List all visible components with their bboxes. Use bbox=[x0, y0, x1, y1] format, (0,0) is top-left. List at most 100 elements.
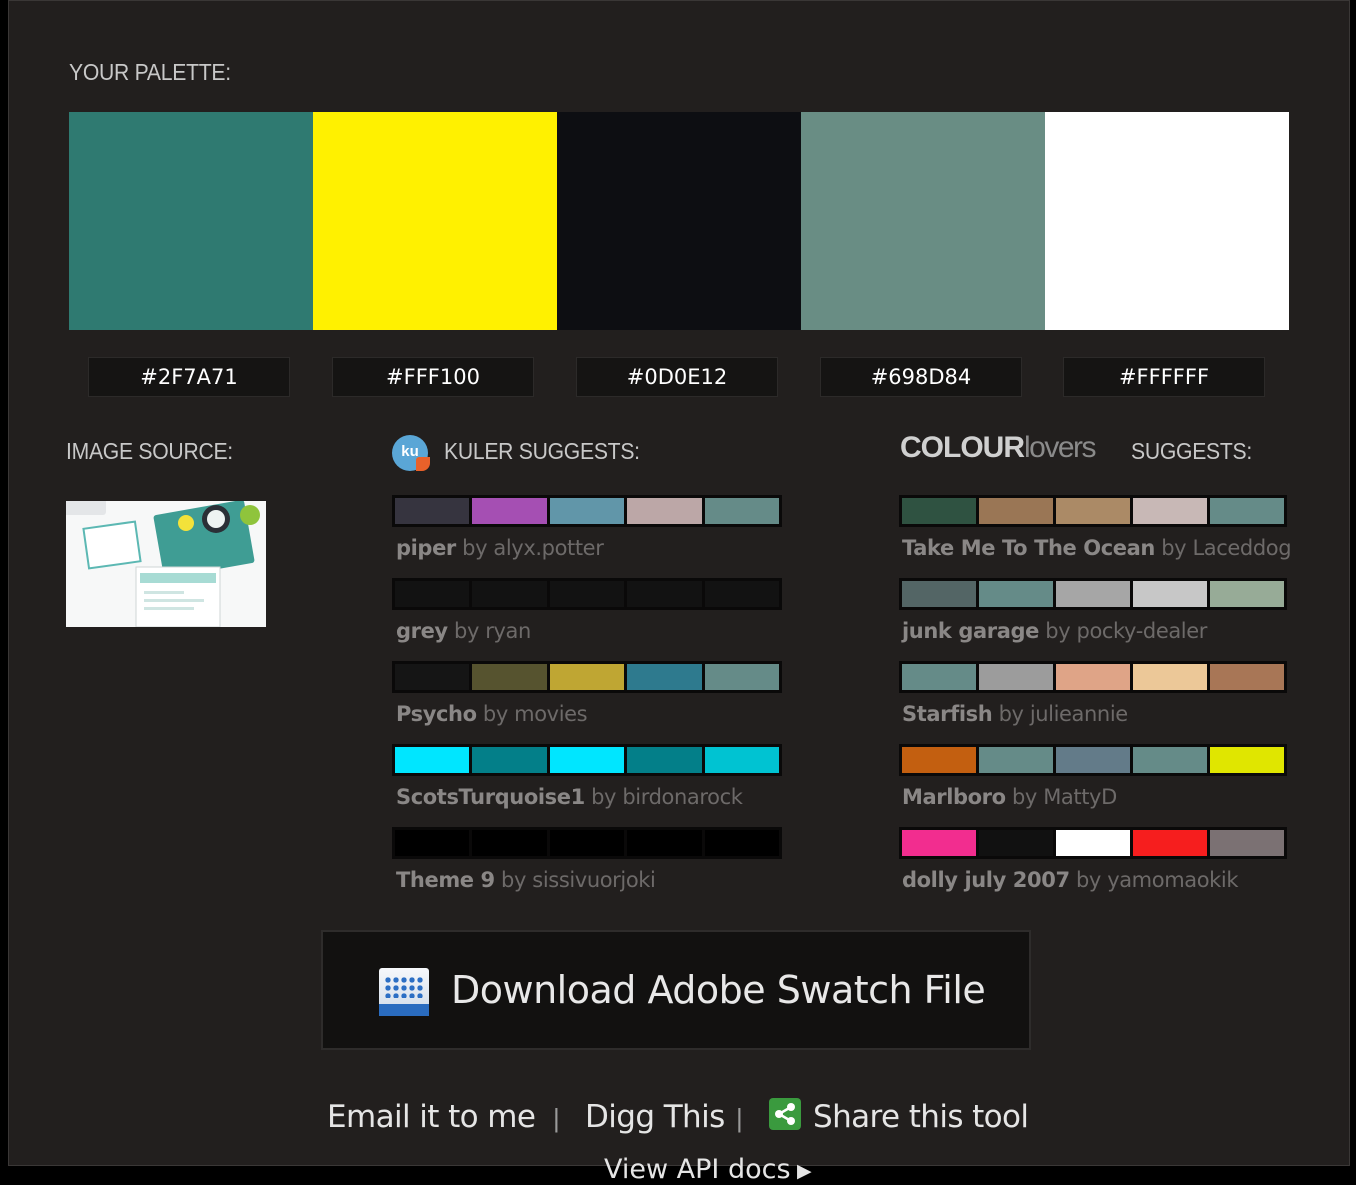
colourlovers-theme-caption[interactable]: Starfish by julieannie bbox=[902, 702, 1128, 726]
theme-by: by bbox=[1011, 785, 1037, 809]
palette-swatch[interactable] bbox=[557, 112, 801, 330]
kuler-title: KULER SUGGESTS: bbox=[444, 438, 640, 464]
theme-author[interactable]: movies bbox=[514, 702, 587, 726]
theme-by: by bbox=[1075, 868, 1101, 892]
colourlovers-theme-caption[interactable]: junk garage by pocky-dealer bbox=[902, 619, 1207, 643]
theme-author[interactable]: birdonarock bbox=[622, 785, 743, 809]
kuler-theme-bar[interactable] bbox=[392, 578, 782, 610]
swatch-file-icon bbox=[379, 968, 429, 1016]
theme-name[interactable]: Theme 9 bbox=[396, 868, 495, 892]
palette-swatch[interactable] bbox=[313, 112, 557, 330]
colourlovers-theme-caption[interactable]: Take Me To The Ocean by Laceddog bbox=[902, 536, 1292, 560]
theme-by: by bbox=[591, 785, 617, 809]
colourlovers-theme-bar[interactable] bbox=[899, 578, 1287, 610]
kuler-theme-caption[interactable]: ScotsTurquoise1 by birdonarock bbox=[396, 785, 743, 809]
theme-name[interactable]: piper bbox=[396, 536, 456, 560]
theme-color-segment bbox=[627, 747, 702, 773]
theme-author[interactable]: ryan bbox=[485, 619, 531, 643]
hex-code-field[interactable]: #698D84 bbox=[820, 357, 1022, 397]
kuler-theme-bar[interactable] bbox=[392, 827, 782, 859]
theme-author[interactable]: julieannie bbox=[1030, 702, 1128, 726]
theme-color-segment bbox=[627, 581, 702, 607]
theme-color-segment bbox=[902, 664, 976, 690]
theme-name[interactable]: Starfish bbox=[902, 702, 993, 726]
theme-color-segment bbox=[472, 581, 547, 607]
theme-color-segment bbox=[627, 664, 702, 690]
theme-color-segment bbox=[1056, 498, 1130, 524]
theme-by: by bbox=[454, 619, 479, 643]
download-swatch-label: Download Adobe Swatch File bbox=[451, 968, 986, 1012]
footer-separator: | bbox=[736, 1103, 743, 1133]
theme-name[interactable]: grey bbox=[396, 619, 448, 643]
image-source-title: IMAGE SOURCE: bbox=[66, 438, 233, 464]
hex-code-field[interactable]: #FFF100 bbox=[332, 357, 534, 397]
kuler-theme-caption[interactable]: Psycho by movies bbox=[396, 702, 588, 726]
hex-code-field[interactable]: #0D0E12 bbox=[576, 357, 778, 397]
colourlovers-theme-caption[interactable]: Marlboro by MattyD bbox=[902, 785, 1117, 809]
palette-swatches bbox=[69, 112, 1289, 330]
theme-color-segment bbox=[1133, 747, 1207, 773]
theme-author[interactable]: MattyD bbox=[1043, 785, 1117, 809]
hex-code-field[interactable]: #2F7A71 bbox=[88, 357, 290, 397]
theme-name[interactable]: junk garage bbox=[902, 619, 1039, 643]
theme-name[interactable]: ScotsTurquoise1 bbox=[396, 785, 585, 809]
theme-color-segment bbox=[1133, 664, 1207, 690]
kuler-theme-caption[interactable]: Theme 9 by sissivuorjoki bbox=[396, 868, 656, 892]
api-docs-link[interactable]: View API docs bbox=[604, 1154, 791, 1185]
colourlovers-theme-bar[interactable] bbox=[899, 495, 1287, 527]
kuler-theme-bar[interactable] bbox=[392, 661, 782, 693]
api-docs-arrow-icon: ▶ bbox=[797, 1161, 812, 1182]
palette-swatch[interactable] bbox=[801, 112, 1045, 330]
share-link[interactable]: Share this tool bbox=[813, 1099, 1029, 1135]
theme-color-segment bbox=[549, 664, 625, 690]
theme-color-segment bbox=[1133, 830, 1207, 856]
theme-color-segment bbox=[549, 830, 625, 856]
theme-color-segment bbox=[704, 747, 780, 773]
theme-color-segment bbox=[1210, 664, 1284, 690]
palette-swatch[interactable] bbox=[69, 112, 313, 330]
theme-name[interactable]: Marlboro bbox=[902, 785, 1006, 809]
colourlovers-theme-bar[interactable] bbox=[899, 744, 1287, 776]
theme-color-segment bbox=[549, 498, 625, 524]
theme-color-segment bbox=[704, 664, 780, 690]
download-swatch-button[interactable]: Download Adobe Swatch File bbox=[321, 930, 1031, 1050]
kuler-theme-bar[interactable] bbox=[392, 744, 782, 776]
colourlovers-theme-caption[interactable]: dolly july 2007 by yamomaokik bbox=[902, 868, 1239, 892]
share-icon[interactable] bbox=[769, 1098, 801, 1130]
theme-author[interactable]: yamomaokik bbox=[1107, 868, 1238, 892]
theme-color-segment bbox=[1056, 664, 1130, 690]
theme-color-segment bbox=[902, 830, 976, 856]
colourlovers-theme-bar[interactable] bbox=[899, 661, 1287, 693]
theme-name[interactable]: Take Me To The Ocean bbox=[902, 536, 1155, 560]
share-icon-graphic bbox=[775, 1103, 795, 1125]
theme-color-segment bbox=[1210, 581, 1284, 607]
theme-color-segment bbox=[1133, 581, 1207, 607]
palette-title: YOUR PALETTE: bbox=[69, 59, 231, 85]
theme-color-segment bbox=[395, 747, 470, 773]
source-image-thumbnail[interactable] bbox=[66, 501, 266, 627]
theme-color-segment bbox=[1133, 498, 1207, 524]
theme-by: by bbox=[462, 536, 488, 560]
digg-link[interactable]: Digg This bbox=[585, 1099, 725, 1135]
theme-color-segment bbox=[902, 498, 976, 524]
theme-author[interactable]: sissivuorjoki bbox=[532, 868, 656, 892]
theme-name[interactable]: Psycho bbox=[396, 702, 477, 726]
kuler-theme-caption[interactable]: grey by ryan bbox=[396, 619, 531, 643]
swatch-file-icon-strip bbox=[379, 1004, 429, 1016]
theme-name[interactable]: dolly july 2007 bbox=[902, 868, 1070, 892]
theme-color-segment bbox=[395, 581, 470, 607]
theme-by: by bbox=[1161, 536, 1187, 560]
theme-author[interactable]: pocky-dealer bbox=[1077, 619, 1208, 643]
kuler-theme-caption[interactable]: piper by alyx.potter bbox=[396, 536, 604, 560]
hex-code-field[interactable]: #FFFFFF bbox=[1063, 357, 1265, 397]
colourlovers-theme-bar[interactable] bbox=[899, 827, 1287, 859]
theme-author[interactable]: alyx.potter bbox=[493, 536, 603, 560]
theme-color-segment bbox=[472, 830, 547, 856]
kuler-theme-bar[interactable] bbox=[392, 495, 782, 527]
theme-by: by bbox=[1045, 619, 1071, 643]
palette-swatch[interactable] bbox=[1045, 112, 1289, 330]
theme-color-segment bbox=[395, 830, 470, 856]
theme-author[interactable]: Laceddog bbox=[1193, 536, 1292, 560]
email-link[interactable]: Email it to me bbox=[327, 1099, 536, 1135]
theme-color-segment bbox=[1210, 498, 1284, 524]
